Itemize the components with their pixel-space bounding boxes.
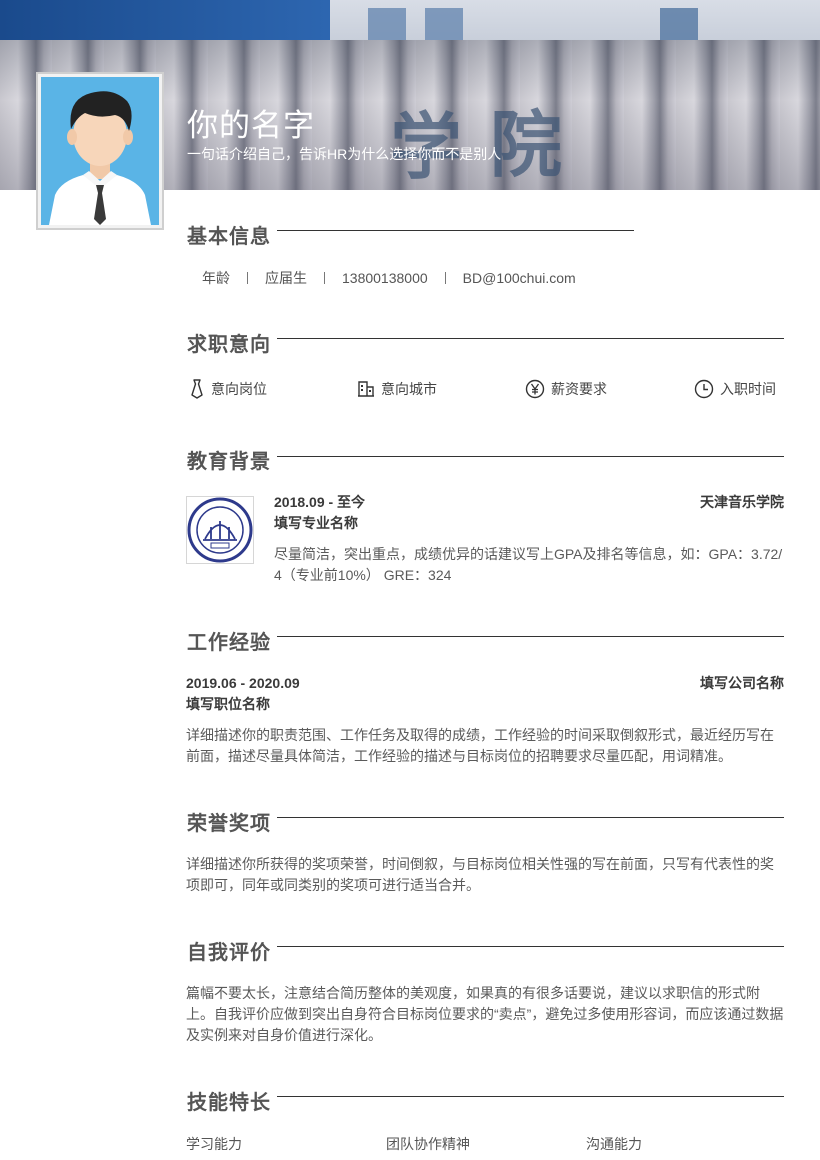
intent-start-date-label: 入职时间 — [720, 381, 776, 397]
intent-position-label: 意向岗位 — [211, 381, 267, 397]
basic-info-row: 年龄 应届生 13800138000 BD@100chui.com — [202, 268, 576, 288]
intent-city: 意向城市 — [357, 379, 437, 399]
info-status: 应届生 — [265, 270, 307, 286]
clock-icon — [694, 379, 714, 399]
section-divider — [277, 338, 784, 339]
school-logo-seal — [186, 496, 254, 564]
yen-icon — [525, 379, 545, 399]
intent-salary: 薪资要求 — [525, 379, 607, 399]
section-title-work: 工作经验 — [187, 632, 271, 654]
section-title-skills: 技能特长 — [187, 1092, 271, 1114]
tagline: 一句话介绍自己，告诉HR为什么选择你而不是别人 — [187, 146, 502, 162]
section-divider — [277, 636, 784, 637]
section-title-self-evaluation: 自我评价 — [187, 942, 271, 964]
info-phone: 13800138000 — [342, 270, 428, 286]
separator — [444, 272, 446, 284]
info-email: BD@100chui.com — [462, 270, 576, 286]
section-divider — [277, 946, 784, 947]
section-title-education: 教育背景 — [187, 451, 271, 473]
skill-item: 沟通能力 — [586, 1136, 642, 1152]
section-title-honors: 荣誉奖项 — [187, 813, 271, 835]
education-school: 天津音乐学院 — [700, 494, 784, 510]
building-icon — [358, 381, 374, 397]
skill-item: 团队协作精神 — [386, 1136, 470, 1152]
section-divider — [277, 456, 784, 457]
work-company: 填写公司名称 — [700, 675, 784, 691]
banner-glyph: 院 — [490, 102, 563, 187]
skill-item: 学习能力 — [186, 1136, 242, 1152]
intent-start-date: 入职时间 — [694, 379, 776, 399]
section-divider — [277, 817, 784, 818]
candidate-name: 你的名字 — [187, 108, 315, 143]
education-major: 填写专业名称 — [274, 515, 358, 531]
avatar — [36, 72, 164, 230]
self-evaluation-description: 篇幅不要太长，注意结合简历整体的美观度，如果真的有很多话要说，建议以求职信的形式… — [186, 985, 784, 1043]
education-description: 尽量简洁，突出重点，成绩优异的话建议写上GPA及排名等信息，如：GPA：3.72… — [274, 546, 783, 583]
work-period: 2019.06 - 2020.09 — [186, 675, 300, 691]
work-description: 详细描述你的职责范围、工作任务及取得的成绩，工作经验的时间采取倒叙形式，最近经历… — [186, 727, 774, 764]
info-age: 年龄 — [202, 270, 230, 286]
intent-position: 意向岗位 — [189, 379, 267, 399]
section-title-job-intent: 求职意向 — [187, 334, 271, 356]
education-period: 2018.09 - 至今 — [274, 494, 366, 510]
section-divider — [277, 230, 634, 231]
separator — [324, 272, 325, 284]
intent-salary-label: 薪资要求 — [551, 381, 607, 397]
person-avatar-icon — [49, 91, 151, 225]
tie-icon — [191, 379, 203, 399]
work-position: 填写职位名称 — [186, 696, 270, 712]
intent-city-label: 意向城市 — [381, 381, 437, 397]
honors-description: 详细描述你所获得的奖项荣誉，时间倒叙，与目标岗位相关性强的写在前面，只写有代表性… — [186, 856, 774, 893]
section-divider — [277, 1096, 784, 1097]
section-title-basic-info: 基本信息 — [187, 226, 271, 248]
banner-glyph: 学 — [390, 104, 463, 189]
separator — [247, 272, 248, 284]
